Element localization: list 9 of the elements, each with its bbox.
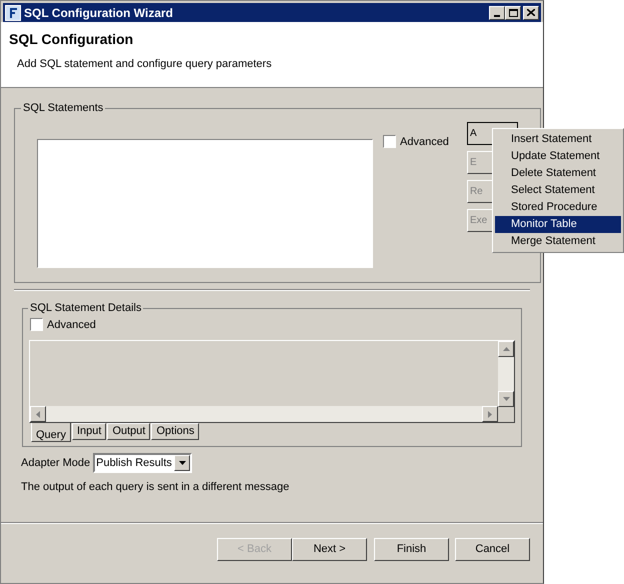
checkbox-label: Advanced	[47, 318, 96, 332]
page-title: SQL Configuration	[9, 30, 134, 49]
group-label: SQL Statements	[22, 101, 104, 116]
adapter-mode-label: Adapter Mode	[21, 456, 90, 471]
window-title: SQL Configuration Wizard	[24, 4, 174, 22]
page-subtitle: Add SQL statement and configure query parameters	[17, 57, 273, 72]
help-text: The output of each query is sent in a different message	[21, 480, 290, 495]
group-label: SQL Statement Details	[29, 301, 142, 316]
checkbox-label: Advanced	[400, 134, 449, 150]
